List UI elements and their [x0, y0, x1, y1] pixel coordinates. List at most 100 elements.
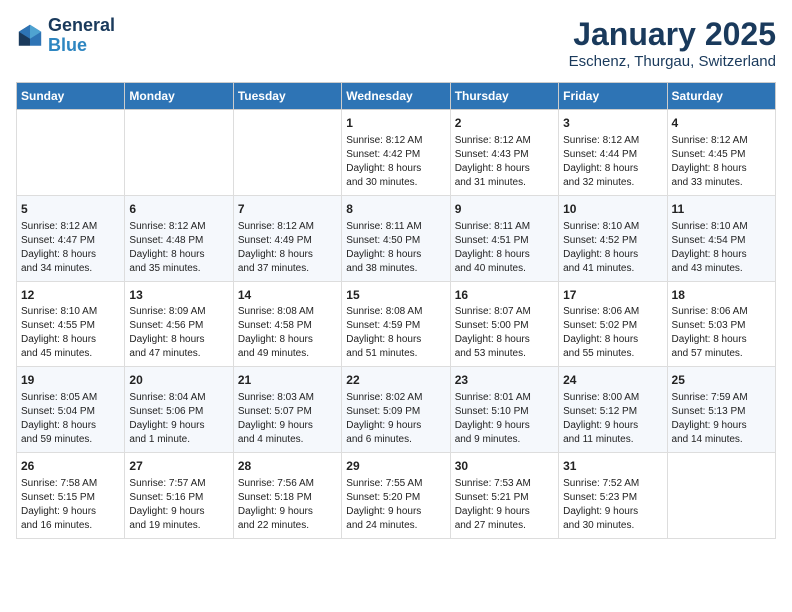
calendar-cell: 23 Sunrise: 8:01 AM Sunset: 5:10 PM Dayli…: [450, 367, 558, 453]
day-info: Sunrise: 8:05 AM Sunset: 5:04 PM Dayligh…: [21, 391, 120, 447]
day-number: 6: [129, 201, 228, 218]
calendar-cell: 3 Sunrise: 8:12 AM Sunset: 4:44 PM Daylig…: [559, 110, 667, 196]
calendar-cell: 26 Sunrise: 7:58 AM Sunset: 5:15 PM Dayli…: [17, 453, 125, 539]
day-info: Sunrise: 8:10 AM Sunset: 4:54 PM Dayligh…: [672, 220, 771, 276]
calendar-cell: [125, 110, 233, 196]
day-number: 2: [455, 115, 554, 132]
day-info: Sunrise: 8:04 AM Sunset: 5:06 PM Dayligh…: [129, 391, 228, 447]
day-info: Sunrise: 7:57 AM Sunset: 5:16 PM Dayligh…: [129, 477, 228, 533]
day-info: Sunrise: 8:12 AM Sunset: 4:43 PM Dayligh…: [455, 134, 554, 190]
day-info: Sunrise: 8:12 AM Sunset: 4:47 PM Dayligh…: [21, 220, 120, 276]
calendar-cell: 8Sunrise: 8:11 AM Sunset: 4:50 PM Daylig…: [342, 195, 450, 281]
page-title: January 2025: [569, 16, 776, 53]
title-block: January 2025 Eschenz, Thurgau, Switzerla…: [569, 16, 776, 70]
calendar-header-row: SundayMondayTuesdayWednesdayThursdayFrid…: [17, 83, 776, 110]
calendar-cell: 27Sunrise: 7:57 AM Sunset: 5:16 PM Dayli…: [125, 453, 233, 539]
calendar-cell: 22Sunrise: 8:02 AM Sunset: 5:09 PM Dayli…: [342, 367, 450, 453]
calendar-cell: 1 Sunrise: 8:12 AM Sunset: 4:42 PM Daylig…: [342, 110, 450, 196]
day-number: 14: [238, 287, 337, 304]
day-number: 4: [672, 115, 771, 132]
day-info: Sunrise: 8:01 AM Sunset: 5:10 PM Dayligh…: [455, 391, 554, 447]
day-info: Sunrise: 8:10 AM Sunset: 4:55 PM Dayligh…: [21, 305, 120, 361]
day-info: Sunrise: 7:58 AM Sunset: 5:15 PM Dayligh…: [21, 477, 120, 533]
day-info: Sunrise: 8:02 AM Sunset: 5:09 PM Dayligh…: [346, 391, 445, 447]
day-info: Sunrise: 8:08 AM Sunset: 4:59 PM Dayligh…: [346, 305, 445, 361]
calendar-cell: 30 Sunrise: 7:53 AM Sunset: 5:21 PM Dayli…: [450, 453, 558, 539]
calendar-cell: [233, 110, 341, 196]
calendar-cell: 6 Sunrise: 8:12 AM Sunset: 4:48 PM Daylig…: [125, 195, 233, 281]
day-number: 11: [672, 201, 771, 218]
day-number: 24: [563, 372, 662, 389]
day-info: Sunrise: 8:10 AM Sunset: 4:52 PM Dayligh…: [563, 220, 662, 276]
day-info: Sunrise: 7:53 AM Sunset: 5:21 PM Dayligh…: [455, 477, 554, 533]
header-saturday: Saturday: [667, 83, 775, 110]
day-number: 20: [129, 372, 228, 389]
calendar-cell: 5 Sunrise: 8:12 AM Sunset: 4:47 PM Daylig…: [17, 195, 125, 281]
day-info: Sunrise: 8:12 AM Sunset: 4:48 PM Dayligh…: [129, 220, 228, 276]
day-number: 28: [238, 458, 337, 475]
day-number: 26: [21, 458, 120, 475]
calendar-cell: 11 Sunrise: 8:10 AM Sunset: 4:54 PM Dayli…: [667, 195, 775, 281]
page-subtitle: Eschenz, Thurgau, Switzerland: [569, 53, 776, 70]
calendar-cell: 18Sunrise: 8:06 AM Sunset: 5:03 PM Dayli…: [667, 281, 775, 367]
day-number: 9: [455, 201, 554, 218]
day-info: Sunrise: 8:08 AM Sunset: 4:58 PM Dayligh…: [238, 305, 337, 361]
logo-line1: General: [48, 16, 115, 36]
day-info: Sunrise: 8:09 AM Sunset: 4:56 PM Dayligh…: [129, 305, 228, 361]
header-sunday: Sunday: [17, 83, 125, 110]
calendar-cell: 9 Sunrise: 8:11 AM Sunset: 4:51 PM Daylig…: [450, 195, 558, 281]
header-wednesday: Wednesday: [342, 83, 450, 110]
logo-text: General Blue: [48, 16, 115, 56]
calendar-cell: 16Sunrise: 8:07 AM Sunset: 5:00 PM Dayli…: [450, 281, 558, 367]
day-number: 30: [455, 458, 554, 475]
header-tuesday: Tuesday: [233, 83, 341, 110]
calendar-week-row: 1 Sunrise: 8:12 AM Sunset: 4:42 PM Daylig…: [17, 110, 776, 196]
calendar-cell: 12Sunrise: 8:10 AM Sunset: 4:55 PM Dayli…: [17, 281, 125, 367]
day-number: 1: [346, 115, 445, 132]
calendar-cell: [17, 110, 125, 196]
day-info: Sunrise: 8:07 AM Sunset: 5:00 PM Dayligh…: [455, 305, 554, 361]
calendar-cell: 10 Sunrise: 8:10 AM Sunset: 4:52 PM Dayli…: [559, 195, 667, 281]
calendar-week-row: 19Sunrise: 8:05 AM Sunset: 5:04 PM Dayli…: [17, 367, 776, 453]
calendar-cell: 21Sunrise: 8:03 AM Sunset: 5:07 PM Dayli…: [233, 367, 341, 453]
calendar-table: SundayMondayTuesdayWednesdayThursdayFrid…: [16, 82, 776, 539]
page-header: General Blue January 2025 Eschenz, Thurg…: [16, 16, 776, 70]
day-number: 21: [238, 372, 337, 389]
day-info: Sunrise: 8:11 AM Sunset: 4:51 PM Dayligh…: [455, 220, 554, 276]
calendar-cell: 2 Sunrise: 8:12 AM Sunset: 4:43 PM Daylig…: [450, 110, 558, 196]
calendar-cell: 28 Sunrise: 7:56 AM Sunset: 5:18 PM Dayli…: [233, 453, 341, 539]
calendar-cell: 24 Sunrise: 8:00 AM Sunset: 5:12 PM Dayli…: [559, 367, 667, 453]
day-number: 31: [563, 458, 662, 475]
day-number: 3: [563, 115, 662, 132]
day-info: Sunrise: 8:12 AM Sunset: 4:44 PM Dayligh…: [563, 134, 662, 190]
day-number: 16: [455, 287, 554, 304]
day-number: 23: [455, 372, 554, 389]
day-number: 5: [21, 201, 120, 218]
day-number: 15: [346, 287, 445, 304]
day-info: Sunrise: 8:12 AM Sunset: 4:42 PM Dayligh…: [346, 134, 445, 190]
header-monday: Monday: [125, 83, 233, 110]
day-info: Sunrise: 7:59 AM Sunset: 5:13 PM Dayligh…: [672, 391, 771, 447]
day-info: Sunrise: 8:12 AM Sunset: 4:49 PM Dayligh…: [238, 220, 337, 276]
day-number: 7: [238, 201, 337, 218]
calendar-week-row: 5 Sunrise: 8:12 AM Sunset: 4:47 PM Daylig…: [17, 195, 776, 281]
calendar-cell: 14Sunrise: 8:08 AM Sunset: 4:58 PM Dayli…: [233, 281, 341, 367]
calendar-cell: 4 Sunrise: 8:12 AM Sunset: 4:45 PM Daylig…: [667, 110, 775, 196]
calendar-cell: 20 Sunrise: 8:04 AM Sunset: 5:06 PM Dayli…: [125, 367, 233, 453]
day-number: 25: [672, 372, 771, 389]
day-info: Sunrise: 8:00 AM Sunset: 5:12 PM Dayligh…: [563, 391, 662, 447]
calendar-cell: 19Sunrise: 8:05 AM Sunset: 5:04 PM Dayli…: [17, 367, 125, 453]
day-info: Sunrise: 8:12 AM Sunset: 4:45 PM Dayligh…: [672, 134, 771, 190]
logo-icon: [16, 22, 44, 50]
calendar-cell: 31Sunrise: 7:52 AM Sunset: 5:23 PM Dayli…: [559, 453, 667, 539]
calendar-week-row: 26 Sunrise: 7:58 AM Sunset: 5:15 PM Dayli…: [17, 453, 776, 539]
day-number: 29: [346, 458, 445, 475]
calendar-cell: 25 Sunrise: 7:59 AM Sunset: 5:13 PM Dayli…: [667, 367, 775, 453]
day-info: Sunrise: 7:56 AM Sunset: 5:18 PM Dayligh…: [238, 477, 337, 533]
calendar-cell: 13Sunrise: 8:09 AM Sunset: 4:56 PM Dayli…: [125, 281, 233, 367]
day-number: 17: [563, 287, 662, 304]
logo: General Blue: [16, 16, 115, 56]
calendar-cell: 15Sunrise: 8:08 AM Sunset: 4:59 PM Dayli…: [342, 281, 450, 367]
day-number: 10: [563, 201, 662, 218]
calendar-week-row: 12Sunrise: 8:10 AM Sunset: 4:55 PM Dayli…: [17, 281, 776, 367]
